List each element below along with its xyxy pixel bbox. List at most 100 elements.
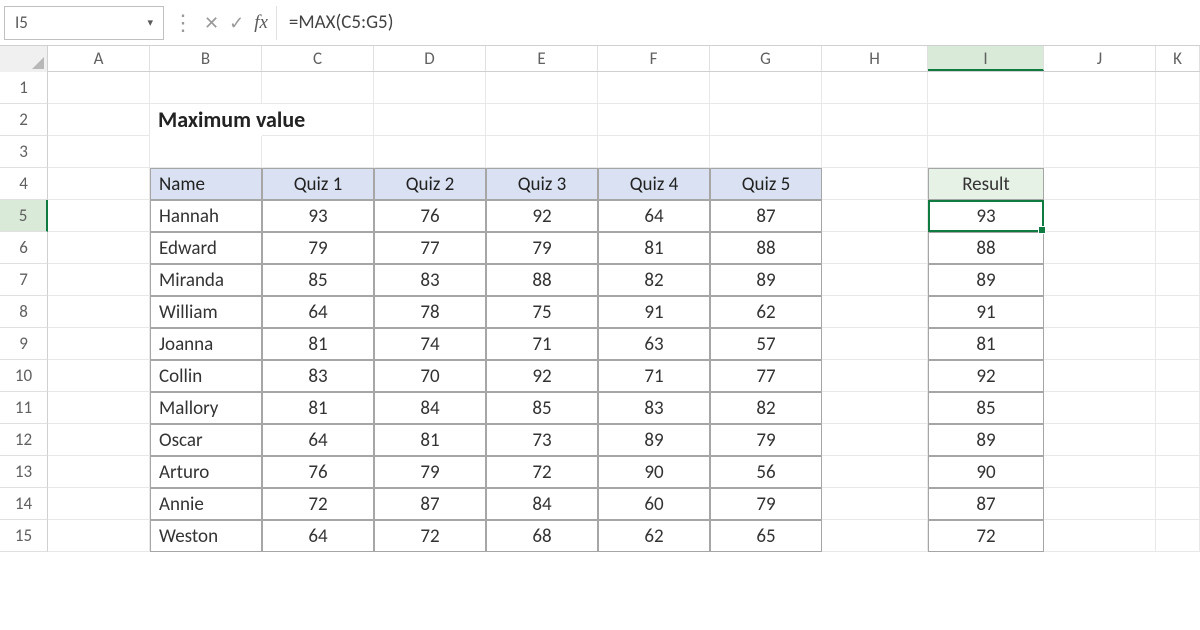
cell[interactable] bbox=[1156, 328, 1200, 360]
cell-q4[interactable]: 62 bbox=[598, 520, 710, 552]
cell-q2[interactable]: 78 bbox=[374, 296, 486, 328]
cell[interactable] bbox=[1044, 296, 1156, 328]
cell[interactable] bbox=[1044, 200, 1156, 232]
col-header-K[interactable]: K bbox=[1156, 46, 1200, 71]
cell-q2[interactable]: 84 bbox=[374, 392, 486, 424]
cell[interactable] bbox=[822, 456, 928, 488]
cell-q4[interactable]: 91 bbox=[598, 296, 710, 328]
cell[interactable] bbox=[48, 360, 150, 392]
cell[interactable] bbox=[1044, 328, 1156, 360]
col-header-D[interactable]: D bbox=[374, 46, 486, 71]
cell-q5[interactable]: 65 bbox=[710, 520, 822, 552]
cell[interactable] bbox=[822, 232, 928, 264]
col-header-A[interactable]: A bbox=[48, 46, 150, 71]
cancel-icon[interactable]: ✕ bbox=[204, 12, 219, 34]
cell-q1[interactable]: 79 bbox=[262, 232, 374, 264]
cell-result[interactable]: 81 bbox=[928, 328, 1044, 360]
cell[interactable] bbox=[928, 72, 1044, 104]
cell[interactable] bbox=[48, 136, 150, 168]
cell-q5[interactable]: 79 bbox=[710, 424, 822, 456]
enter-icon[interactable]: ✓ bbox=[229, 12, 244, 34]
cell-name[interactable]: William bbox=[150, 296, 262, 328]
cell[interactable] bbox=[374, 136, 486, 168]
row-header-8[interactable]: 8 bbox=[0, 296, 48, 328]
row-header-11[interactable]: 11 bbox=[0, 392, 48, 424]
cell[interactable] bbox=[1044, 136, 1156, 168]
cells-area[interactable]: Maximum value Nam bbox=[48, 72, 1200, 552]
cell-q2[interactable]: 74 bbox=[374, 328, 486, 360]
cell-q1[interactable]: 64 bbox=[262, 424, 374, 456]
cell-q5[interactable]: 82 bbox=[710, 392, 822, 424]
row-header-5[interactable]: 5 bbox=[0, 200, 48, 232]
cell[interactable] bbox=[928, 136, 1044, 168]
cell-name[interactable]: Weston bbox=[150, 520, 262, 552]
fx-icon[interactable]: fx bbox=[254, 12, 268, 34]
cell-q1[interactable]: 76 bbox=[262, 456, 374, 488]
col-header-G[interactable]: G bbox=[710, 46, 822, 71]
cell-name[interactable]: Oscar bbox=[150, 424, 262, 456]
row-header-1[interactable]: 1 bbox=[0, 72, 48, 104]
col-header-F[interactable]: F bbox=[598, 46, 710, 71]
cell-q3[interactable]: 79 bbox=[486, 232, 598, 264]
cell[interactable] bbox=[48, 456, 150, 488]
cell-q1[interactable]: 72 bbox=[262, 488, 374, 520]
cell-q3[interactable]: 68 bbox=[486, 520, 598, 552]
col-header-H[interactable]: H bbox=[822, 46, 928, 71]
cell-q3[interactable]: 75 bbox=[486, 296, 598, 328]
cell[interactable] bbox=[48, 72, 150, 104]
cell[interactable] bbox=[48, 104, 150, 136]
cell[interactable] bbox=[262, 104, 374, 136]
cell[interactable] bbox=[1044, 392, 1156, 424]
cell-q1[interactable]: 81 bbox=[262, 392, 374, 424]
cell[interactable] bbox=[1044, 232, 1156, 264]
cell[interactable] bbox=[928, 104, 1044, 136]
cell-q1[interactable]: 93 bbox=[262, 200, 374, 232]
cell-result[interactable]: 92 bbox=[928, 360, 1044, 392]
cell[interactable] bbox=[48, 424, 150, 456]
cell[interactable] bbox=[1044, 424, 1156, 456]
col-header-E[interactable]: E bbox=[486, 46, 598, 71]
cell[interactable] bbox=[486, 104, 598, 136]
row-header-2[interactable]: 2 bbox=[0, 104, 48, 136]
cell-q3[interactable]: 85 bbox=[486, 392, 598, 424]
cell[interactable] bbox=[822, 328, 928, 360]
cell-q2[interactable]: 87 bbox=[374, 488, 486, 520]
col-header-I[interactable]: I bbox=[928, 46, 1044, 71]
page-title[interactable]: Maximum value bbox=[150, 104, 262, 136]
cell[interactable] bbox=[1156, 424, 1200, 456]
cell[interactable] bbox=[598, 104, 710, 136]
cell[interactable] bbox=[1044, 104, 1156, 136]
cell[interactable] bbox=[374, 72, 486, 104]
cell[interactable] bbox=[486, 72, 598, 104]
cell[interactable] bbox=[1156, 264, 1200, 296]
cell[interactable] bbox=[1156, 232, 1200, 264]
cell[interactable] bbox=[1156, 488, 1200, 520]
col-header-C[interactable]: C bbox=[262, 46, 374, 71]
cell-result[interactable]: 85 bbox=[928, 392, 1044, 424]
cell-q4[interactable]: 82 bbox=[598, 264, 710, 296]
cell-q5[interactable]: 56 bbox=[710, 456, 822, 488]
cell-q3[interactable]: 92 bbox=[486, 360, 598, 392]
cell[interactable] bbox=[822, 200, 928, 232]
cell[interactable] bbox=[822, 72, 928, 104]
cell[interactable] bbox=[822, 136, 928, 168]
cell[interactable] bbox=[1044, 360, 1156, 392]
cell-q3[interactable]: 88 bbox=[486, 264, 598, 296]
cell[interactable] bbox=[48, 296, 150, 328]
cell-q5[interactable]: 79 bbox=[710, 488, 822, 520]
cell-q4[interactable]: 71 bbox=[598, 360, 710, 392]
th-result[interactable]: Result bbox=[928, 168, 1044, 200]
cell-q5[interactable]: 62 bbox=[710, 296, 822, 328]
cell-q3[interactable]: 84 bbox=[486, 488, 598, 520]
cell[interactable] bbox=[822, 360, 928, 392]
cell[interactable] bbox=[1044, 168, 1156, 200]
cell-name[interactable]: Arturo bbox=[150, 456, 262, 488]
cell-q4[interactable]: 90 bbox=[598, 456, 710, 488]
row-header-3[interactable]: 3 bbox=[0, 136, 48, 168]
cell[interactable] bbox=[598, 136, 710, 168]
th-q5[interactable]: Quiz 5 bbox=[710, 168, 822, 200]
cell[interactable] bbox=[1044, 456, 1156, 488]
th-q3[interactable]: Quiz 3 bbox=[486, 168, 598, 200]
cell[interactable] bbox=[822, 520, 928, 552]
cell-name[interactable]: Edward bbox=[150, 232, 262, 264]
